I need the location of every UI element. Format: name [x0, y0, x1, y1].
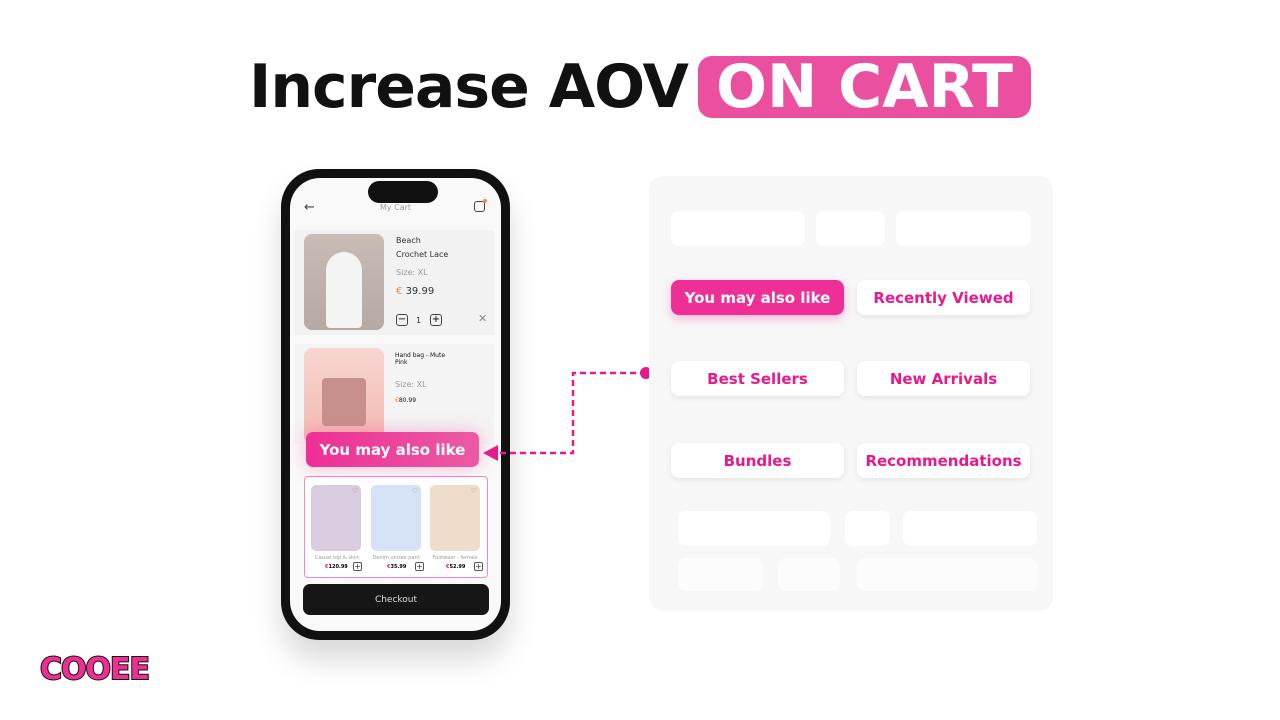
placeholder [671, 211, 805, 246]
item-size: Size: XL [396, 268, 428, 277]
cooee-logo: COOEE [39, 651, 151, 688]
product-image[interactable]: ♡ [371, 485, 421, 551]
heart-icon[interactable]: ♡ [412, 487, 418, 495]
option-you-may-also-like[interactable]: You may also like [671, 280, 844, 315]
recommendation-widget: ♡ ♡ ♡ Casual top & skirt Denim unisex pa… [304, 476, 488, 578]
cart-title: My Cart [379, 203, 412, 212]
placeholder [678, 558, 763, 591]
option-recently-viewed[interactable]: Recently Viewed [857, 280, 1030, 315]
add-icon[interactable]: + [415, 562, 424, 571]
item-name: Beach [396, 236, 421, 245]
headline-highlight: ON CART [697, 56, 1031, 118]
placeholder [678, 511, 830, 546]
add-icon[interactable]: + [353, 562, 362, 571]
cart-item: Hand bag - Mute Pink Size: XL €80.99 [294, 344, 494, 444]
option-new-arrivals[interactable]: New Arrivals [857, 361, 1030, 396]
shopping-bag-icon[interactable] [474, 199, 487, 212]
product-image [304, 234, 384, 330]
item-name: Pink [395, 359, 408, 366]
placeholder [903, 511, 1037, 546]
option-bundles[interactable]: Bundles [671, 443, 844, 478]
placeholder [778, 558, 840, 591]
phone-notch [368, 181, 438, 203]
currency: € [396, 286, 403, 297]
item-size: Size: XL [395, 380, 427, 389]
connector-arrow [483, 367, 652, 461]
rec-price: 35.99 [390, 564, 407, 570]
minus-icon[interactable]: − [396, 314, 408, 326]
add-icon[interactable]: + [474, 562, 483, 571]
quantity: 1 [416, 316, 422, 325]
cart-item: Beach Crochet Lace Size: XL € 39.99 − 1 … [294, 230, 494, 335]
heart-icon[interactable]: ♡ [471, 487, 477, 495]
plus-icon[interactable]: + [430, 314, 442, 326]
placeholder [845, 511, 890, 546]
headline-main: Increase AOV [249, 52, 689, 122]
rec-name: Footwear - female [432, 555, 478, 561]
rec-price: 52.99 [449, 564, 466, 570]
phone-screen: ← My Cart Beach Crochet Lace Size: XL € … [290, 178, 501, 631]
option-recommendations[interactable]: Recommendations [857, 443, 1030, 478]
item-price: 39.99 [405, 286, 435, 297]
heart-icon[interactable]: ♡ [352, 487, 358, 495]
placeholder [816, 211, 885, 246]
option-best-sellers[interactable]: Best Sellers [671, 361, 844, 396]
product-image[interactable]: ♡ [311, 485, 361, 551]
item-name: Hand bag - Mute [395, 352, 446, 359]
overlay-you-may-also-like: You may also like [306, 432, 479, 467]
product-image [304, 348, 384, 444]
phone-mockup: ← My Cart Beach Crochet Lace Size: XL € … [281, 169, 510, 640]
checkout-button[interactable]: Checkout [303, 584, 489, 615]
item-name: Crochet Lace [396, 250, 449, 259]
placeholder [896, 211, 1030, 246]
placeholder [857, 558, 1037, 591]
product-image[interactable]: ♡ [430, 485, 480, 551]
item-price: 80.99 [398, 397, 417, 404]
rec-name: Casual top & skirt [314, 555, 360, 561]
rec-price: 120.99 [328, 564, 348, 570]
rec-name: Denim unisex pant [372, 555, 420, 561]
headline: Increase AOV ON CART [0, 52, 1280, 122]
close-icon[interactable]: ✕ [478, 312, 487, 325]
